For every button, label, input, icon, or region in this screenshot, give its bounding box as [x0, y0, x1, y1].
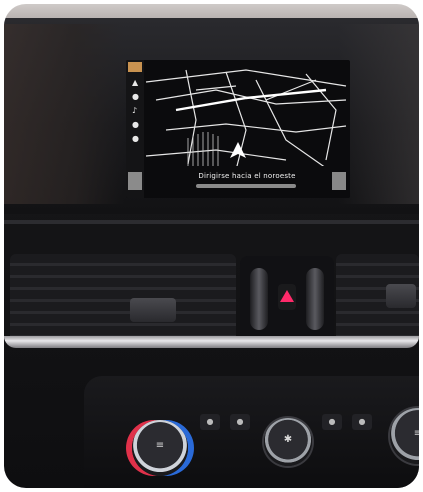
air-vent-left[interactable]: [10, 254, 236, 344]
fan-icon: ✱: [283, 434, 293, 445]
climate-button-4[interactable]: ●: [352, 414, 372, 430]
route-instruction: Dirigirse hacia el noroeste: [198, 172, 296, 180]
bezel-reflection-right: [339, 24, 419, 204]
vent-tab-left[interactable]: [130, 298, 176, 322]
bezel-reflection-left: [4, 24, 124, 204]
climate-button-3[interactable]: ●: [322, 414, 342, 430]
climate-button-1[interactable]: ●: [200, 414, 220, 430]
vent-tab-right[interactable]: [386, 284, 416, 308]
infotainment-screen[interactable]: ▲ ● ♪ ● ● Dirigirse hacia el noroeste: [126, 60, 350, 198]
vent-roller-left[interactable]: [250, 268, 268, 330]
car-icon[interactable]: ▲: [132, 78, 138, 87]
menu-icon[interactable]: ●: [132, 92, 139, 101]
passenger-temperature-icon: ≡: [413, 428, 419, 439]
photo-frame: ▲ ● ♪ ● ● Dirigirse hacia el noroeste ● …: [4, 4, 419, 488]
air-vent-right[interactable]: [336, 254, 419, 344]
fan-speed-knob[interactable]: ✱: [264, 418, 312, 466]
route-subtext: [196, 184, 296, 188]
temperature-knob[interactable]: ≡: [132, 420, 188, 476]
hazard-button[interactable]: [278, 284, 296, 310]
phone-icon[interactable]: ●: [132, 120, 139, 129]
dash-trim: [4, 220, 419, 224]
climate-panel: [84, 376, 419, 488]
chrome-trim: [4, 336, 419, 348]
settings-icon[interactable]: ●: [132, 134, 139, 143]
hazard-triangle-icon: [280, 290, 294, 302]
temperature-icon: ≡: [155, 440, 165, 451]
climate-button-2[interactable]: ●: [230, 414, 250, 430]
vent-roller-right[interactable]: [306, 268, 324, 330]
hazard-control-panel: [240, 256, 334, 340]
music-icon[interactable]: ♪: [132, 106, 137, 115]
